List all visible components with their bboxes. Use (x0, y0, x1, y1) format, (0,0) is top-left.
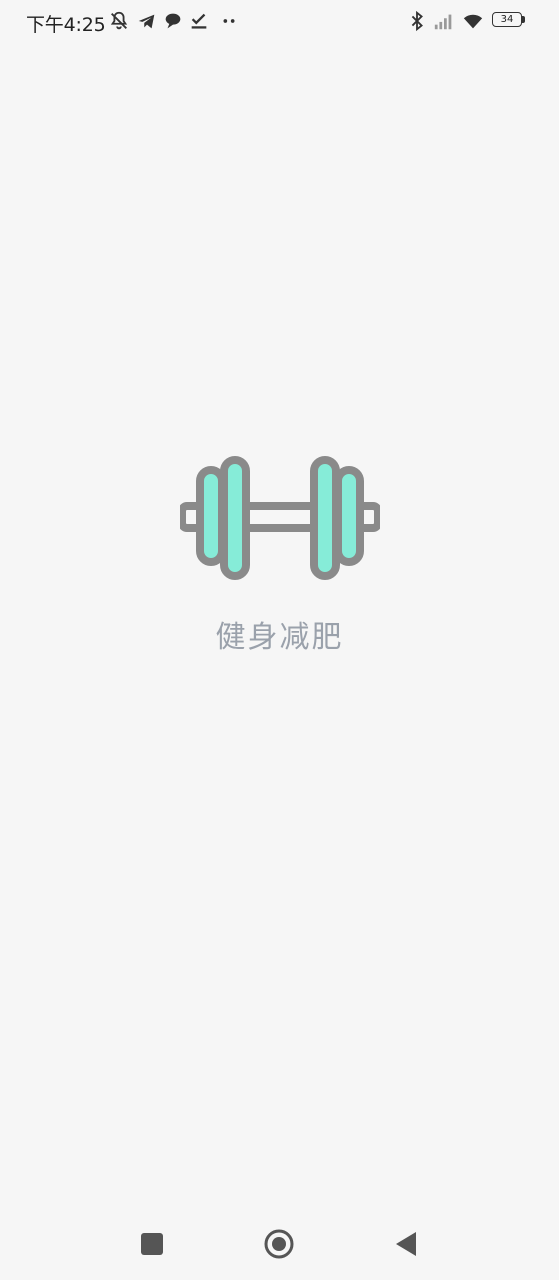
battery-tip (522, 16, 525, 23)
back-icon (396, 1232, 416, 1256)
mute-notifications-icon (108, 10, 130, 32)
bluetooth-icon (406, 10, 428, 32)
recents-icon (141, 1233, 163, 1255)
battery-level: 34 (500, 14, 514, 25)
back-button[interactable] (386, 1224, 426, 1264)
status-bar: 下午4:25 34 (0, 0, 559, 42)
wifi-icon (461, 10, 485, 32)
telegram-icon (136, 10, 158, 32)
status-time: 下午4:25 (26, 14, 106, 36)
more-dots-icon (218, 10, 240, 32)
battery-icon: 34 (492, 12, 526, 29)
dumbbell-icon (180, 456, 380, 580)
app-name: 健身减肥 (215, 620, 344, 655)
recents-button[interactable] (132, 1224, 172, 1264)
home-button[interactable] (259, 1224, 299, 1264)
home-icon (264, 1229, 294, 1259)
check-download-icon (188, 10, 210, 32)
chat-bubble-icon (162, 10, 184, 32)
cell-signal-icon (432, 10, 456, 32)
